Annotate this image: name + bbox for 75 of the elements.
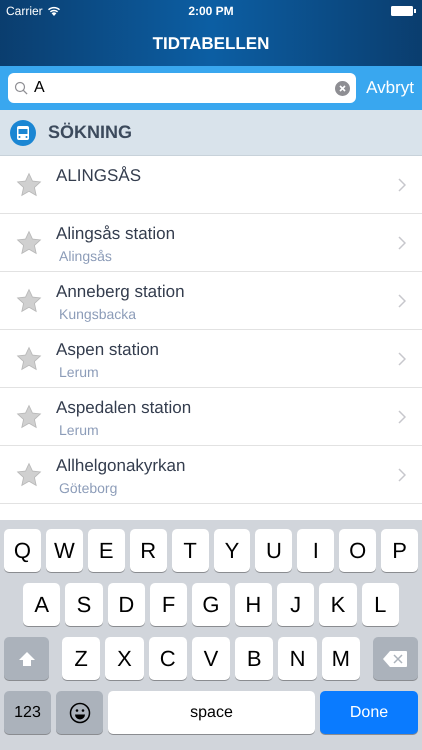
star-icon[interactable] <box>16 172 42 198</box>
key[interactable]: M <box>322 637 360 680</box>
star-icon[interactable] <box>16 230 42 256</box>
key[interactable]: K <box>319 583 357 626</box>
key[interactable]: D <box>108 583 145 626</box>
shift-key[interactable] <box>4 637 49 680</box>
area-label: Alingsås <box>59 248 113 264</box>
chevron-icon <box>398 294 406 308</box>
key[interactable]: C <box>148 637 187 680</box>
key[interactable]: B <box>235 637 274 680</box>
carrier-label: Carrier <box>6 4 43 18</box>
key[interactable]: Q <box>4 529 41 572</box>
result-row[interactable]: Allhelgonakyrkan Göteborg <box>0 446 422 504</box>
star-icon[interactable] <box>16 404 42 430</box>
smiley-icon <box>68 702 90 724</box>
key[interactable]: J <box>276 583 314 626</box>
status-time: 2:00 PM <box>188 4 234 18</box>
section-title: SÖKNING <box>48 122 132 143</box>
key[interactable]: O <box>339 529 376 572</box>
clear-icon[interactable] <box>335 80 350 96</box>
key[interactable]: H <box>234 583 272 626</box>
star-icon[interactable] <box>16 462 42 488</box>
area-label: Lerum <box>59 364 100 380</box>
result-row[interactable]: Anneberg station Kungsbacka <box>0 272 422 330</box>
backspace-key[interactable] <box>372 637 418 680</box>
key[interactable]: I <box>297 529 334 572</box>
key[interactable]: W <box>46 529 83 572</box>
wifi-icon <box>46 6 61 16</box>
key[interactable]: L <box>362 583 399 626</box>
key[interactable]: E <box>88 529 125 572</box>
shift-icon <box>18 650 36 666</box>
key[interactable]: F <box>150 583 188 626</box>
search-text: A <box>34 79 45 97</box>
stop-name: Aspedalen station <box>56 398 192 418</box>
numbers-key[interactable]: 123 <box>4 691 51 734</box>
stop-name: Anneberg station <box>56 282 186 302</box>
key[interactable]: T <box>172 529 209 572</box>
result-row[interactable]: ALINGSÅS <box>0 156 422 214</box>
key[interactable]: R <box>130 529 167 572</box>
bus-icon <box>10 120 36 146</box>
backspace-icon <box>382 650 408 668</box>
key[interactable]: S <box>65 583 103 626</box>
stop-name: Aspen station <box>56 340 160 360</box>
key[interactable]: Z <box>62 637 100 680</box>
result-row[interactable]: Alingsås station Alingsås <box>0 214 422 272</box>
key[interactable]: Y <box>214 529 250 572</box>
star-icon[interactable] <box>16 288 42 314</box>
result-row[interactable]: Aspen station Lerum <box>0 330 422 388</box>
chevron-icon <box>398 236 406 250</box>
stop-name: Allhelgonakyrkan <box>56 456 186 476</box>
key[interactable]: A <box>23 583 60 626</box>
key[interactable]: X <box>105 637 144 680</box>
star-icon[interactable] <box>16 346 42 372</box>
battery-icon <box>391 6 416 16</box>
done-button[interactable]: Done <box>320 691 418 734</box>
nav-title: TIDTABELLEN <box>152 34 270 54</box>
result-row[interactable]: Aspedalen station Lerum <box>0 388 422 446</box>
emoji-key[interactable] <box>56 691 103 734</box>
key[interactable]: V <box>192 637 230 680</box>
chevron-icon <box>398 468 406 482</box>
search-field[interactable]: A <box>8 73 356 103</box>
area-label: Kungsbacka <box>59 306 138 322</box>
stop-name: Alingsås station <box>56 224 176 244</box>
stop-name: ALINGSÅS <box>56 166 142 186</box>
key[interactable]: P <box>381 529 418 572</box>
key[interactable]: N <box>278 637 317 680</box>
key[interactable]: G <box>192 583 230 626</box>
chevron-icon <box>398 178 406 192</box>
space-bar[interactable]: space <box>108 691 315 734</box>
chevron-icon <box>398 352 406 366</box>
area-label: Lerum <box>59 422 100 438</box>
key[interactable]: U <box>255 529 292 572</box>
chevron-icon <box>398 410 406 424</box>
area-label: Göteborg <box>59 480 118 496</box>
search-icon <box>14 81 28 95</box>
